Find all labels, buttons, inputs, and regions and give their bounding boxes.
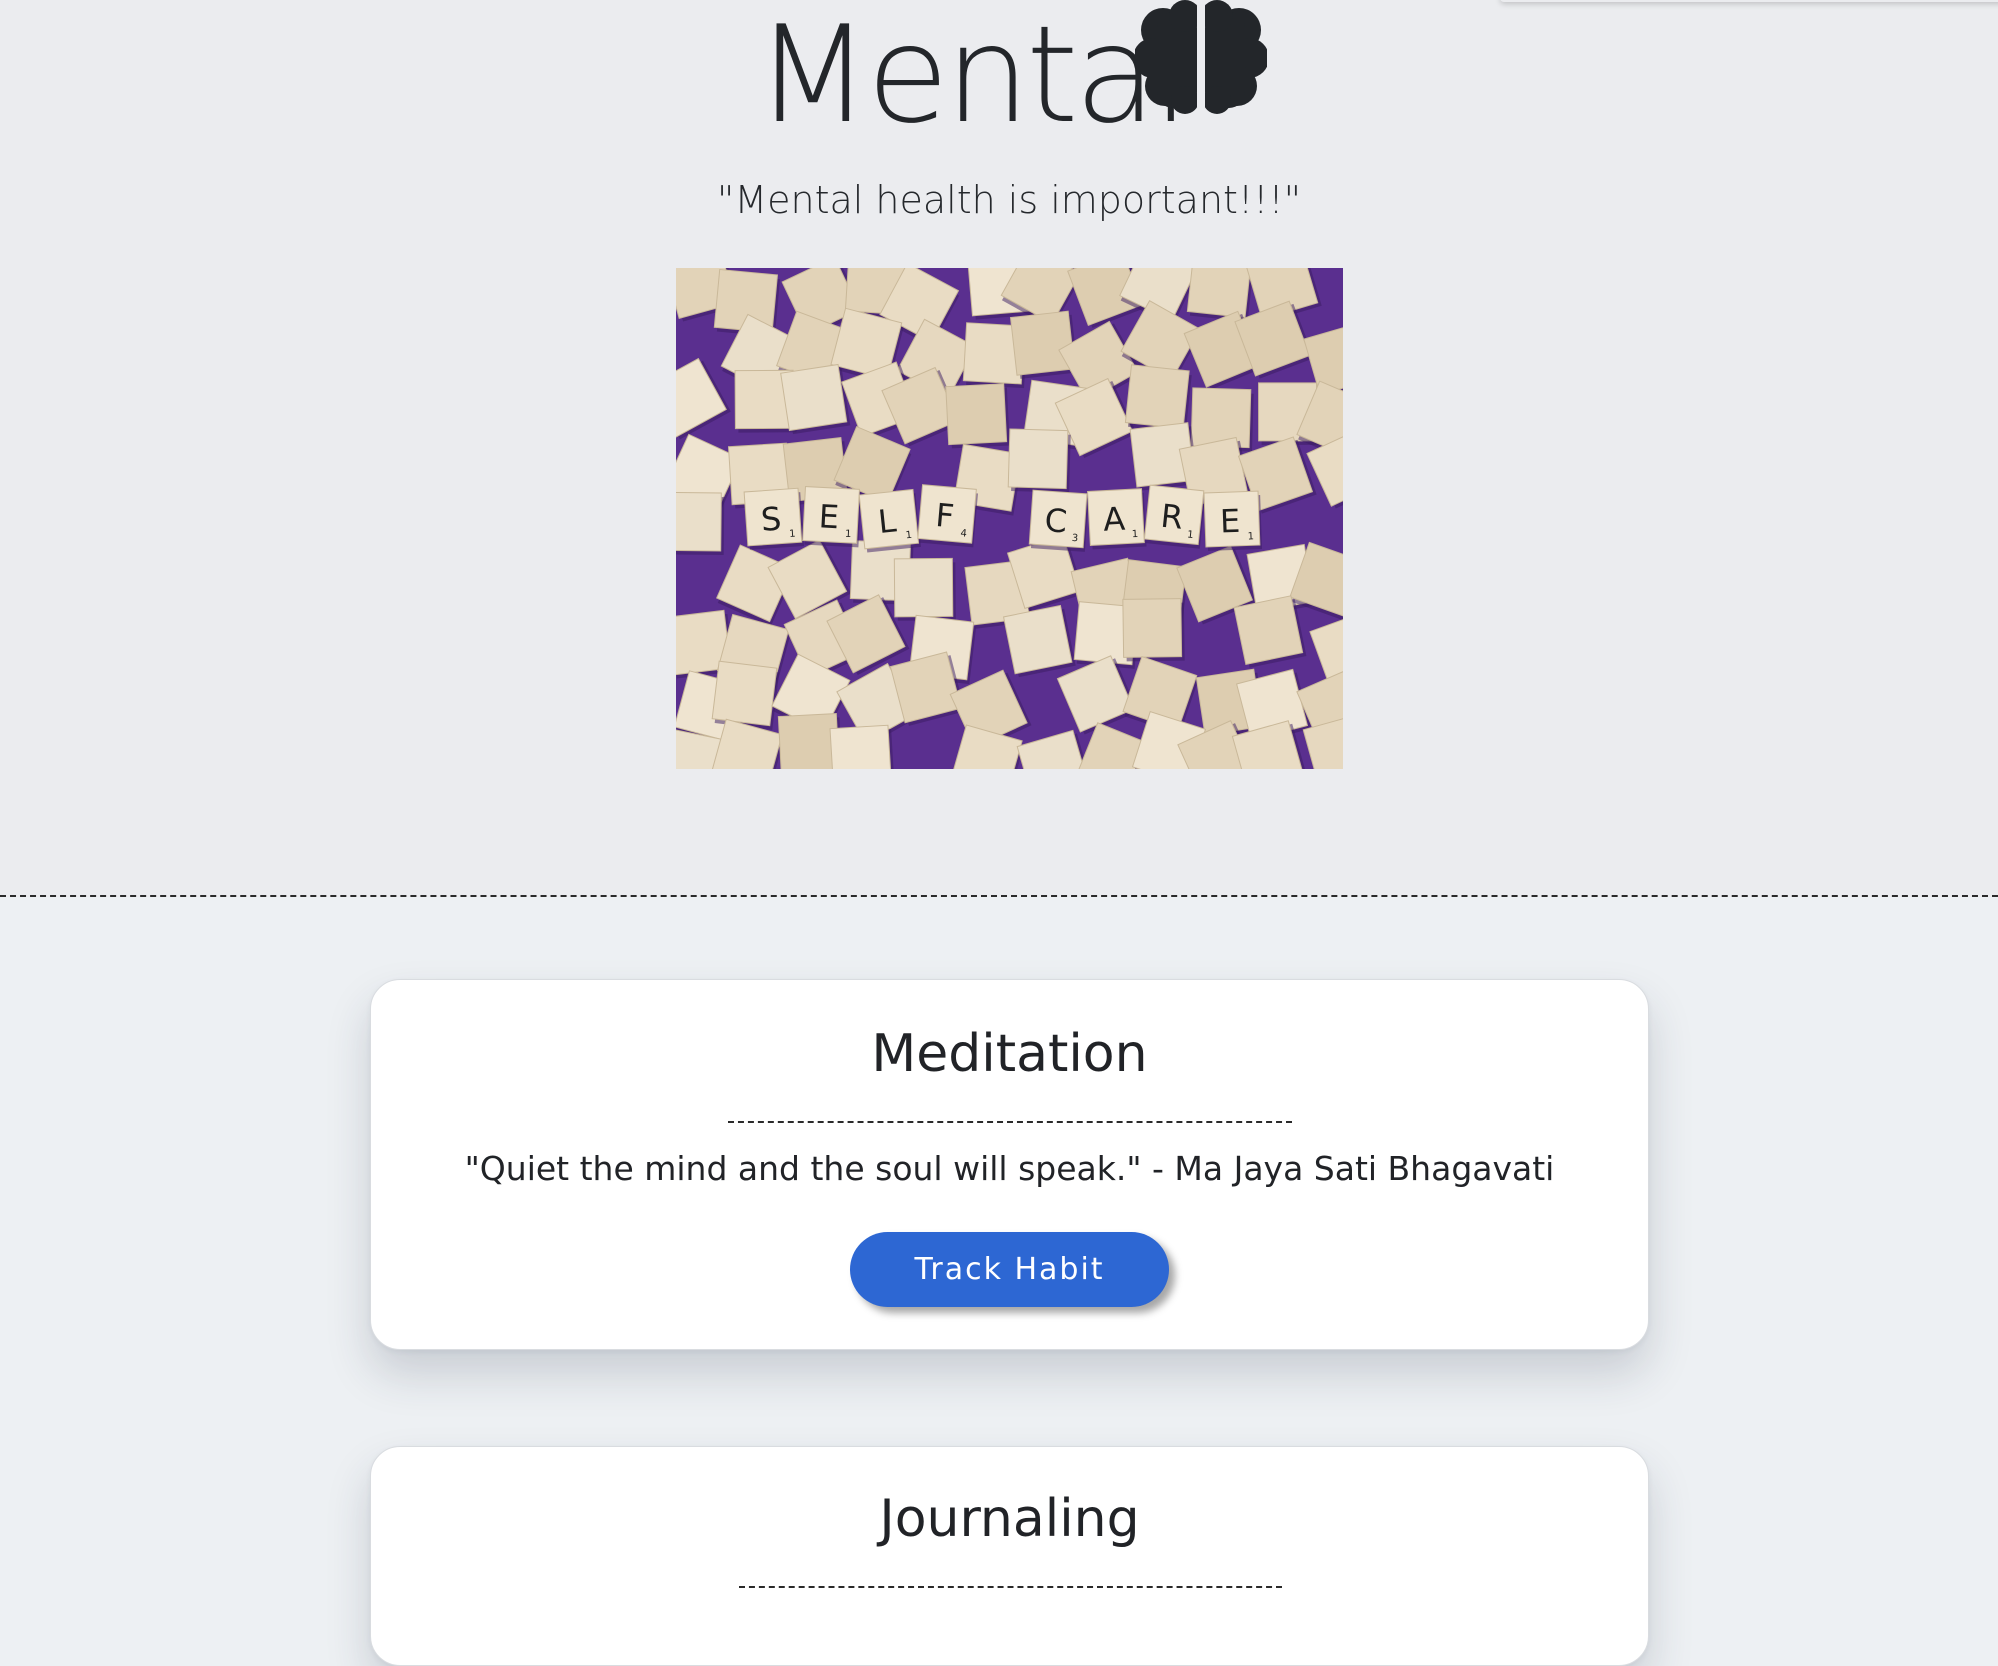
svg-text:1: 1 <box>905 530 912 542</box>
scrabble-tiles-picture: S 1 E 1 L 1F 4 C 3 A 1 R 1 E 1 <box>676 268 1343 769</box>
brain-icon <box>1135 0 1267 116</box>
svg-text:E: E <box>1219 502 1241 541</box>
tagline: "Mental health is important!!!" <box>716 178 1302 222</box>
habit-quote: "Quiet the mind and the soul will speak.… <box>464 1149 1555 1188</box>
svg-text:F: F <box>934 496 956 535</box>
letter-tile: L1 <box>858 488 921 553</box>
svg-text:A: A <box>1102 500 1126 539</box>
habit-card-journaling: Journaling <box>370 1446 1649 1666</box>
svg-text:C: C <box>1043 501 1068 540</box>
brand-title: Mental <box>755 0 1190 153</box>
svg-text:E: E <box>818 497 840 536</box>
svg-text:1: 1 <box>789 529 796 540</box>
letter-tile: S1 <box>743 487 805 550</box>
brand: Mental <box>0 0 1998 150</box>
self-care-image: S1E1L1F4C3A1R1E1 <box>676 268 1343 769</box>
svg-text:3: 3 <box>1071 533 1078 544</box>
svg-text:4: 4 <box>960 528 967 540</box>
letter-tile: R1 <box>1143 484 1206 549</box>
svg-text:R: R <box>1159 497 1185 537</box>
letter-tile: C3 <box>1028 489 1089 552</box>
habit-title: Meditation <box>871 1024 1148 1084</box>
habit-card-meditation: Meditation "Quiet the mind and the soul … <box>370 979 1649 1350</box>
hero-section: Mental "Mental health is important!!!" S… <box>0 0 1998 897</box>
letter-tile: E1 <box>1203 490 1263 551</box>
svg-text:1: 1 <box>1247 531 1254 542</box>
habit-title: Journaling <box>879 1489 1140 1549</box>
title-divider <box>739 1586 1282 1588</box>
letter-tile: A1 <box>1087 488 1147 550</box>
svg-text:S: S <box>760 500 783 539</box>
letter-tile: E1 <box>802 486 862 548</box>
svg-text:1: 1 <box>845 529 852 540</box>
svg-text:1: 1 <box>1132 529 1139 540</box>
letter-tile: F4 <box>917 484 978 548</box>
svg-text:1: 1 <box>1187 529 1194 541</box>
track-habit-button[interactable]: Track Habit <box>850 1232 1169 1307</box>
title-divider <box>728 1121 1292 1123</box>
